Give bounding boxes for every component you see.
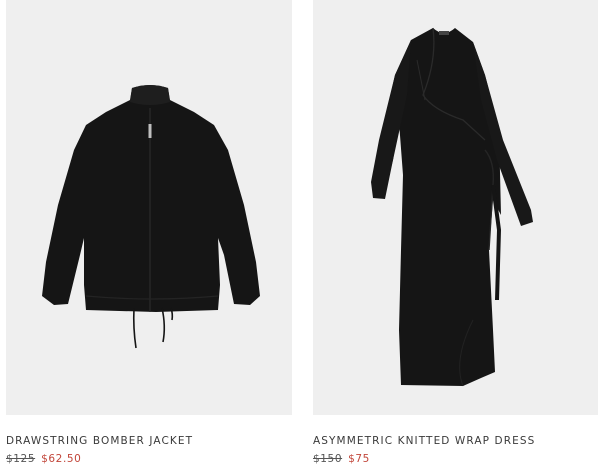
bomber-jacket-illustration	[42, 85, 260, 349]
price-row: $125 $62.50	[6, 453, 292, 465]
price-row: $150 $75	[313, 453, 598, 465]
product-image-bomber-jacket[interactable]	[6, 0, 292, 415]
sale-price: $75	[348, 453, 370, 465]
product-image-wrap-dress[interactable]	[313, 0, 598, 415]
product-name[interactable]: ASYMMETRIC KNITTED WRAP DRESS	[313, 435, 598, 447]
product-name[interactable]: DRAWSTRING BOMBER JACKET	[6, 435, 292, 447]
original-price: $150	[313, 453, 343, 465]
product-card-asymmetric-knitted-wrap-dress[interactable]: ASYMMETRIC KNITTED WRAP DRESS $150 $75	[313, 0, 598, 465]
original-price: $125	[6, 453, 36, 465]
product-card-drawstring-bomber-jacket[interactable]: DRAWSTRING BOMBER JACKET $125 $62.50	[6, 0, 292, 465]
sale-price: $62.50	[41, 453, 82, 465]
wrap-dress-illustration	[371, 27, 533, 387]
